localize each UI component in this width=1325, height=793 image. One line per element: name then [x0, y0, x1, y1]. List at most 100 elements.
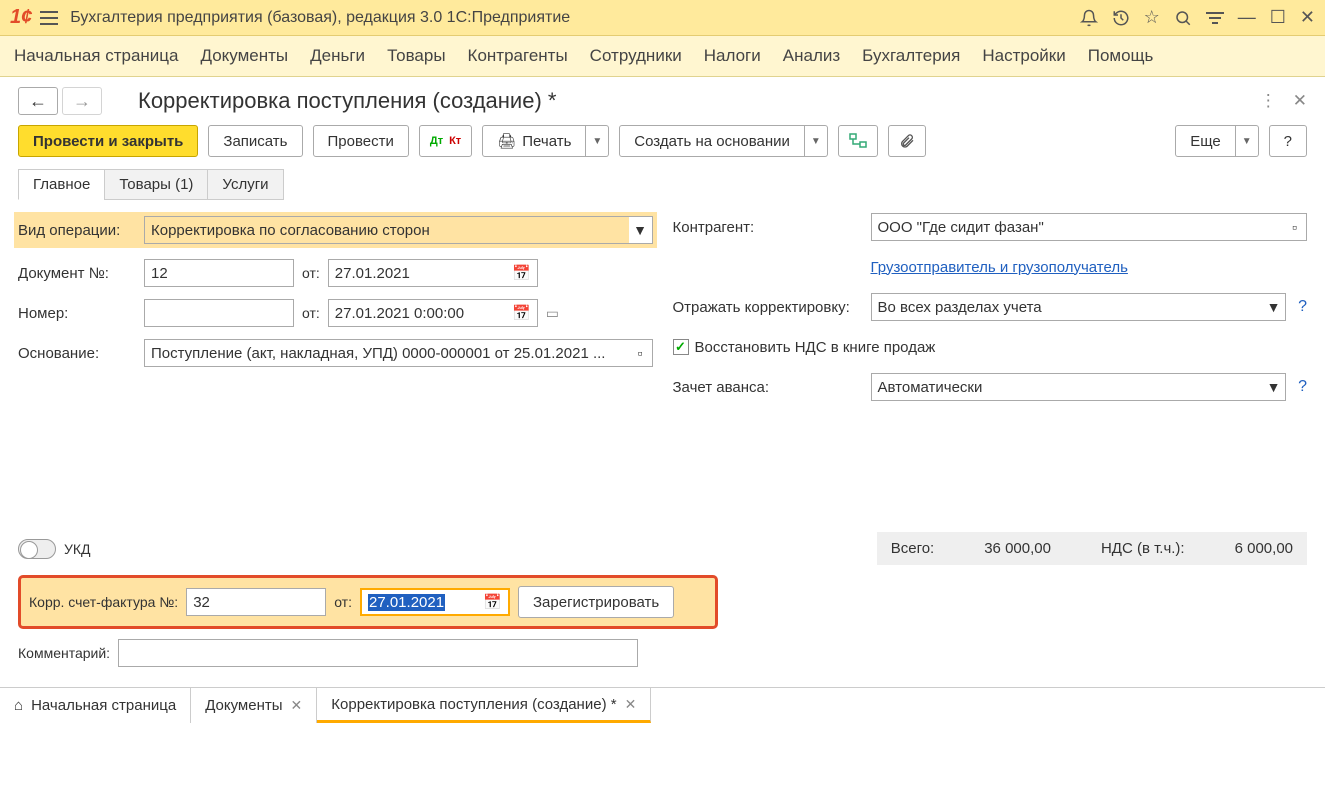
contractor-field[interactable]: ООО "Где сидит фазан": [871, 213, 1284, 241]
checkbox-icon: ✓: [673, 339, 689, 355]
restore-vat-checkbox[interactable]: ✓ Восстановить НДС в книге продаж: [673, 339, 936, 356]
register-button[interactable]: Зарегистрировать: [518, 586, 674, 618]
settings-icon[interactable]: [1206, 11, 1224, 25]
menu-documents[interactable]: Документы: [201, 46, 289, 66]
op-type-label: Вид операции:: [18, 222, 136, 239]
create-based-button[interactable]: Создать на основании: [619, 125, 805, 157]
history-icon[interactable]: [1112, 9, 1130, 27]
menu-employees[interactable]: Сотрудники: [590, 46, 682, 66]
print-dropdown[interactable]: ▼: [586, 125, 609, 157]
tab-main[interactable]: Главное: [18, 169, 105, 200]
menu-analysis[interactable]: Анализ: [783, 46, 840, 66]
op-type-field[interactable]: Корректировка по согласованию сторон: [144, 216, 629, 244]
from-label-1: от:: [302, 265, 320, 281]
reflect-label: Отражать корректировку:: [673, 299, 863, 316]
comment-label: Комментарий:: [18, 645, 110, 661]
comment-field[interactable]: [118, 639, 638, 667]
bell-icon[interactable]: [1080, 9, 1098, 27]
print-button[interactable]: 🖨Печать: [482, 125, 586, 157]
close-icon[interactable]: ✕: [1300, 7, 1315, 28]
number-label: Номер:: [18, 305, 136, 322]
basis-label: Основание:: [18, 345, 136, 362]
tab-goods[interactable]: Товары (1): [104, 169, 208, 200]
tab-services[interactable]: Услуги: [207, 169, 283, 200]
close-icon[interactable]: ✕: [625, 696, 637, 713]
invoice-section: Корр. счет-фактура №: 32 от: 27.01.2021📅…: [18, 575, 718, 629]
titlebar: 1¢ Бухгалтерия предприятия (базовая), ре…: [0, 0, 1325, 36]
hamburger-icon[interactable]: [40, 11, 58, 25]
bottom-tab-documents[interactable]: Документы ✕: [191, 688, 317, 723]
ukd-label: УКД: [64, 541, 91, 557]
close-icon[interactable]: ✕: [291, 697, 303, 714]
menu-help[interactable]: Помощь: [1088, 46, 1154, 66]
shipper-link[interactable]: Грузоотправитель и грузополучатель: [871, 259, 1128, 276]
page-title: Корректировка поступления (создание) *: [138, 88, 1260, 114]
number-date-field[interactable]: 27.01.2021 0:00:00📅: [328, 299, 538, 327]
menu-settings[interactable]: Настройки: [982, 46, 1065, 66]
page-close-icon[interactable]: ✕: [1293, 91, 1307, 111]
create-based-dropdown[interactable]: ▼: [805, 125, 828, 157]
ukd-toggle[interactable]: [18, 539, 56, 559]
number-field[interactable]: [144, 299, 294, 327]
contractor-open-icon[interactable]: ▫: [1283, 213, 1307, 241]
invoice-label: Корр. счет-фактура №:: [29, 594, 178, 610]
basis-field[interactable]: Поступление (акт, накладная, УПД) 0000-0…: [144, 339, 629, 367]
from-label-2: от:: [302, 305, 320, 321]
vat-label: НДС (в т.ч.):: [1101, 540, 1185, 557]
doc-no-label: Документ №:: [18, 265, 136, 282]
app-logo: 1¢: [10, 6, 32, 29]
more-button[interactable]: Еще: [1175, 125, 1236, 157]
op-type-dropdown-icon[interactable]: ▼: [629, 216, 653, 244]
bottom-tab-current[interactable]: Корректировка поступления (создание) * ✕: [317, 688, 651, 723]
menu-money[interactable]: Деньги: [310, 46, 365, 66]
help-button[interactable]: ?: [1269, 125, 1307, 157]
home-icon: ⌂: [14, 697, 23, 714]
contractor-label: Контрагент:: [673, 219, 863, 236]
calendar-icon[interactable]: 📅: [512, 304, 531, 322]
menu-goods[interactable]: Товары: [387, 46, 445, 66]
calendar-icon[interactable]: 📅: [483, 593, 502, 611]
help-icon[interactable]: ?: [1298, 378, 1307, 396]
bottom-tabs: ⌂ Начальная страница Документы ✕ Коррект…: [0, 687, 1325, 723]
post-button[interactable]: Провести: [313, 125, 409, 157]
advance-label: Зачет аванса:: [673, 379, 863, 396]
vat-value: 6 000,00: [1235, 540, 1293, 557]
doc-date-field[interactable]: 27.01.2021📅: [328, 259, 538, 287]
totals-box: Всего: 36 000,00 НДС (в т.ч.): 6 000,00: [877, 532, 1307, 565]
menu-accounting[interactable]: Бухгалтерия: [862, 46, 960, 66]
reflect-dropdown-icon[interactable]: ▼: [1262, 293, 1286, 321]
page-menu-icon[interactable]: ⋮: [1260, 91, 1277, 111]
nav-forward-button[interactable]: →: [62, 87, 102, 115]
reflect-field[interactable]: Во всех разделах учета: [871, 293, 1263, 321]
menu-home[interactable]: Начальная страница: [14, 46, 179, 66]
save-button[interactable]: Записать: [208, 125, 302, 157]
calendar-icon[interactable]: 📅: [512, 264, 531, 282]
main-menu: Начальная страница Документы Деньги Това…: [0, 36, 1325, 77]
menu-taxes[interactable]: Налоги: [704, 46, 761, 66]
attachment-icon-button[interactable]: [888, 125, 926, 157]
post-and-close-button[interactable]: Провести и закрыть: [18, 125, 198, 157]
search-icon[interactable]: [1174, 9, 1192, 27]
nav-back-button[interactable]: ←: [18, 87, 58, 115]
total-value: 36 000,00: [984, 540, 1051, 557]
invoice-from-label: от:: [334, 594, 352, 610]
invoice-number-field[interactable]: 32: [186, 588, 326, 616]
total-label: Всего:: [891, 540, 935, 557]
dt-kt-icon-button[interactable]: ДтКт: [419, 125, 472, 157]
minimize-icon[interactable]: —: [1238, 7, 1256, 28]
invoice-date-field[interactable]: 27.01.2021📅: [360, 588, 510, 616]
bottom-tab-home[interactable]: ⌂ Начальная страница: [0, 688, 191, 723]
maximize-icon[interactable]: ☐: [1270, 7, 1286, 28]
more-dropdown[interactable]: ▼: [1236, 125, 1259, 157]
printer-icon: 🖨: [497, 132, 516, 150]
structure-icon-button[interactable]: [838, 125, 878, 157]
help-icon[interactable]: ?: [1298, 298, 1307, 316]
menu-contractors[interactable]: Контрагенты: [468, 46, 568, 66]
doc-no-field[interactable]: 12: [144, 259, 294, 287]
basis-open-icon[interactable]: ▫: [629, 339, 653, 367]
app-title: Бухгалтерия предприятия (базовая), редак…: [70, 9, 1079, 27]
star-icon[interactable]: ☆: [1144, 7, 1160, 28]
advance-dropdown-icon[interactable]: ▼: [1262, 373, 1286, 401]
doc-small-icon[interactable]: ▭: [546, 305, 559, 322]
advance-field[interactable]: Автоматически: [871, 373, 1263, 401]
